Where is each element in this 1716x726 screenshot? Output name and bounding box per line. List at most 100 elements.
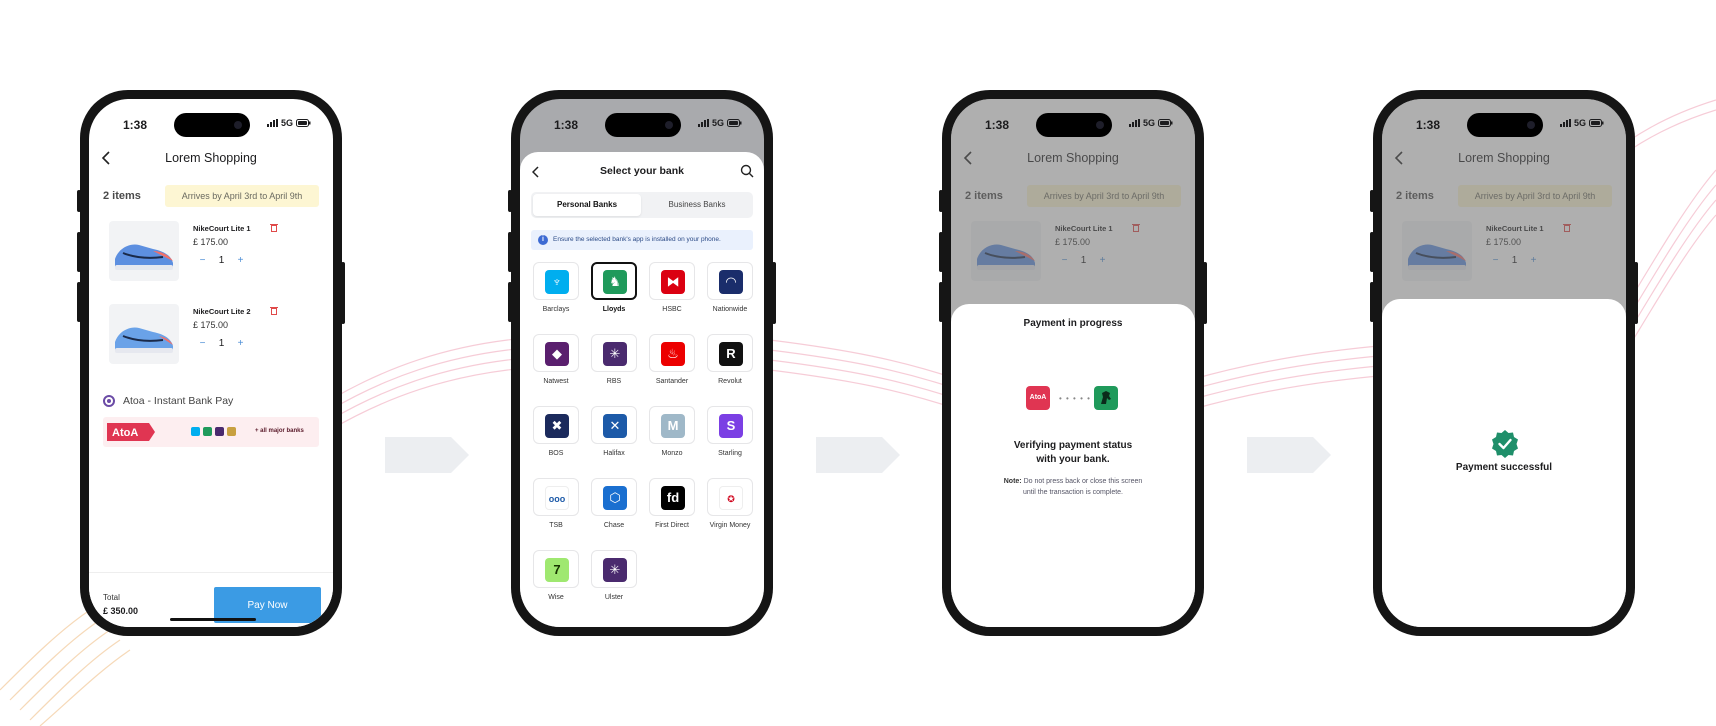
signal-icon [1559,119,1571,127]
progress-logos: AtoA • • • • • • [1026,386,1118,410]
bank-tile[interactable]: ✖ [533,406,579,444]
items-count: 2 items [103,190,141,202]
bank-option[interactable]: M Monzo [646,406,698,472]
shoe-icon [115,244,173,270]
network-label: 5G [1573,118,1586,128]
bank-option[interactable]: ✖ BOS [530,406,582,472]
decrease-button[interactable]: − [193,255,212,266]
payment-progress-sheet: Payment in progress AtoA • • • • • • Ver… [951,304,1195,627]
bank-tile[interactable]: ⬡ [591,478,637,516]
success-check-icon [1492,430,1518,458]
nationwide-icon: ◠ [719,270,743,294]
bank-option[interactable]: ♨ Santander [646,334,698,400]
bank-option[interactable]: ⬡ Chase [588,478,640,544]
cart-nav: Lorem Shopping [89,146,333,172]
increase-button[interactable]: + [231,255,250,266]
bank-name: BOS [548,450,564,457]
bank-option[interactable]: fd First Direct [646,478,698,544]
bank-tile[interactable]: ✪ [707,478,753,516]
bank-option[interactable]: ♞ Lloyds [588,262,640,328]
bank-option[interactable]: ◆ Natwest [530,334,582,400]
bank-name: Lloyds [602,306,626,313]
bank-option[interactable]: ✪ Virgin Money [704,478,756,544]
note-line1: Note: Do not press back or close this sc… [951,478,1195,485]
bank-option[interactable]: ✳ Ulster [588,550,640,616]
verify-text-line1: Verifying payment status [1013,440,1133,451]
radio-selected-icon[interactable] [103,395,115,407]
bank-tile[interactable]: ✳ [591,334,637,372]
info-icon: i [538,235,548,245]
bank-option[interactable]: R Revolut [704,334,756,400]
arrival-badge: Arrives by April 3rd to April 9th [165,185,319,207]
bank-tile[interactable]: ◆ [533,334,579,372]
product-image [109,221,179,281]
bank-tile[interactable]: ✳ [591,550,637,588]
bank-tile[interactable]: R [707,334,753,372]
sheet-title: Select your bank [599,165,685,177]
increase-button[interactable]: + [231,338,250,349]
bank-name: First Direct [655,522,689,529]
bank-tile[interactable]: S [707,406,753,444]
side-button [77,190,81,212]
payment-success-sheet: Payment successful [1382,299,1626,627]
signal-icon [697,119,709,127]
bank-screen: 1:38 5G Select your bank Personal Banks … [520,99,764,627]
barclays-icon: ♆ [545,270,569,294]
stage: 1:38 5G Lorem Shopping 2 items Arrives b… [0,0,1716,726]
total-value: £ 350.00 [103,606,139,616]
bank-name: Monzo [661,450,683,457]
bank-tile[interactable]: fd [649,478,695,516]
bank-icon [227,427,236,436]
bank-option[interactable]: ✕ Halifax [588,406,640,472]
bank-tile[interactable]: ♆ [533,262,579,300]
bank-option[interactable]: 7 Wise [530,550,582,616]
svg-text:AtoA: AtoA [112,427,138,439]
bank-tile[interactable]: ⧓ [649,262,695,300]
bank-tile[interactable]: ◠ [707,262,753,300]
bank-option[interactable]: S Starling [704,406,756,472]
bank-tile[interactable]: ✕ [591,406,637,444]
step-arrow-2 [816,437,900,473]
volume-down-button [508,282,512,322]
signal-icon [266,119,278,127]
tab-business-banks[interactable]: Business Banks [643,194,751,216]
bank-tile[interactable]: M [649,406,695,444]
bank-option[interactable]: ✳ RBS [588,334,640,400]
lloyds-horse-icon [1094,386,1118,410]
bank-tile[interactable]: ooo [533,478,579,516]
battery-icon [1158,119,1173,127]
network-label: 5G [280,118,293,128]
bank-option[interactable]: ◠ Nationwide [704,262,756,328]
bank-tile[interactable]: 7 [533,550,579,588]
power-button [1634,262,1638,324]
tsb-icon: ooo [545,486,569,510]
progress-title: Payment in progress [1023,318,1123,329]
progress-screen: 1:38 5G Lorem Shopping 2 items Arrives b… [951,99,1195,627]
cart-item: NikeCourt Lite 2 £ 175.00 − 1 + [109,304,319,366]
trash-icon[interactable] [270,223,278,232]
search-icon[interactable] [740,164,754,178]
order-summary: 2 items Arrives by April 3rd to April 9t… [103,185,319,209]
bank-tile[interactable]: ♞ [591,262,637,300]
monzo-icon: M [661,414,685,438]
decrease-button[interactable]: − [193,338,212,349]
bank-option[interactable]: ooo TSB [530,478,582,544]
dynamic-island [1036,113,1112,137]
quantity-stepper: − 1 + [193,338,250,349]
dynamic-island [605,113,681,137]
bank-name: Halifax [603,450,625,457]
trash-icon[interactable] [270,306,278,315]
bank-option[interactable]: ♆ Barclays [530,262,582,328]
natwest-icon: ◆ [545,342,569,366]
bank-option[interactable]: ⧓ HSBC [646,262,698,328]
bank-name: Chase [603,522,625,529]
product-price: £ 175.00 [193,237,229,247]
tab-personal-banks[interactable]: Personal Banks [533,194,641,216]
bank-tile[interactable]: ♨ [649,334,695,372]
product-name: NikeCourt Lite 2 [193,307,251,316]
product-image [109,304,179,364]
signal-icon [1128,119,1140,127]
status-time: 1:38 [123,118,148,132]
banner-text: + all major banks [255,428,304,434]
phone-payment-success: 1:38 5G Lorem Shopping 2 items Arrives b… [1370,90,1638,636]
